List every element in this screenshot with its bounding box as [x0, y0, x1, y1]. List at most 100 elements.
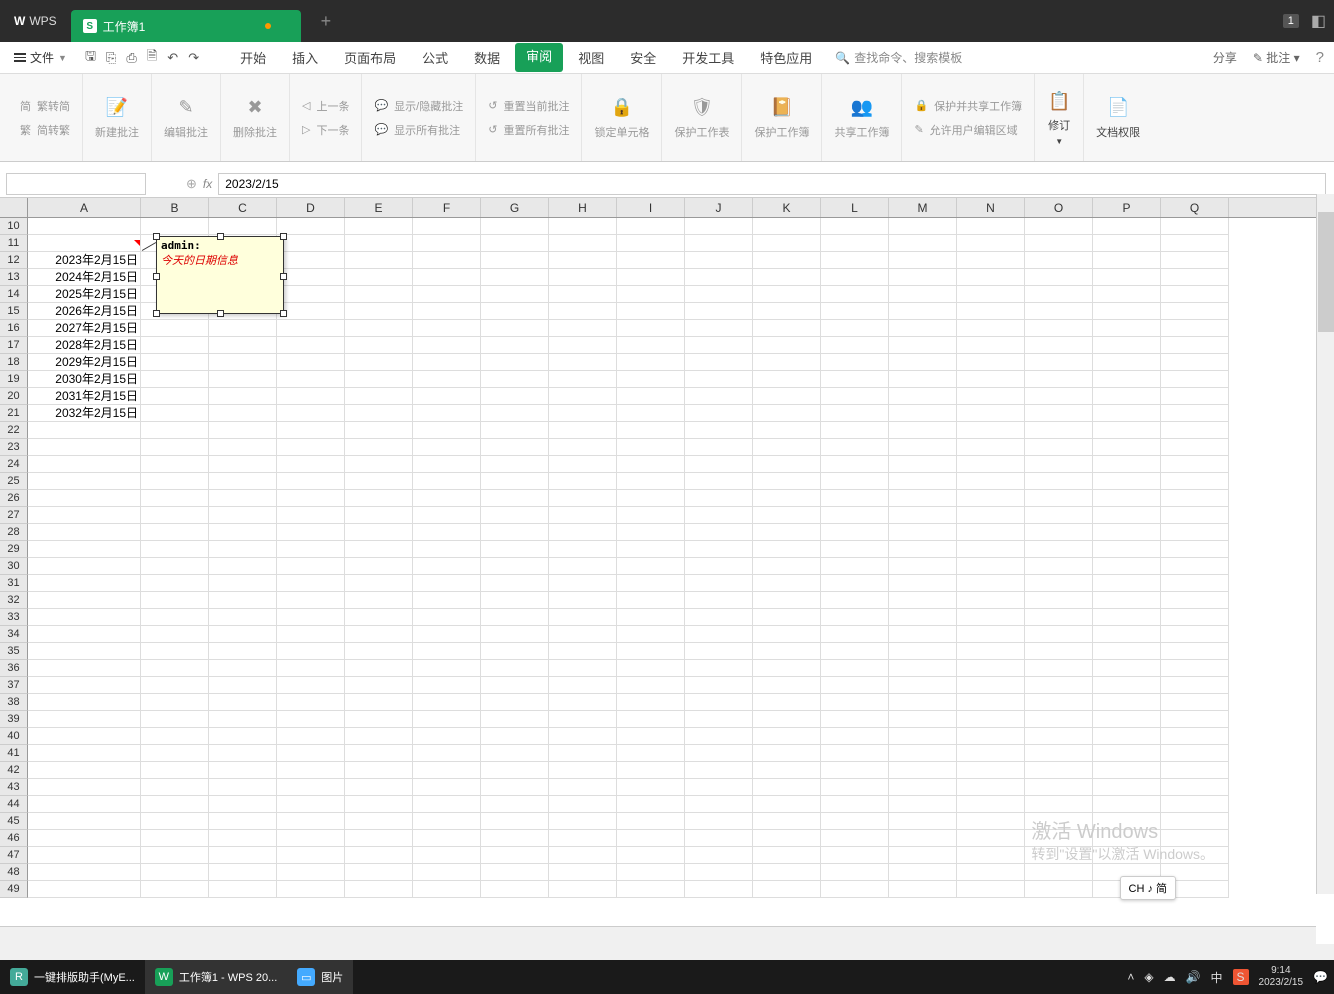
- row-header[interactable]: 35: [0, 643, 28, 660]
- column-header[interactable]: A: [28, 198, 141, 217]
- cell[interactable]: [549, 422, 617, 439]
- cell[interactable]: [345, 677, 413, 694]
- cell[interactable]: [1161, 252, 1229, 269]
- cell[interactable]: [821, 269, 889, 286]
- cell[interactable]: [481, 677, 549, 694]
- cell[interactable]: [1161, 320, 1229, 337]
- cell[interactable]: [821, 371, 889, 388]
- cell[interactable]: [345, 371, 413, 388]
- row-header[interactable]: 30: [0, 558, 28, 575]
- resize-handle[interactable]: [153, 273, 160, 280]
- column-header[interactable]: B: [141, 198, 209, 217]
- cell[interactable]: [209, 405, 277, 422]
- cell[interactable]: [28, 626, 141, 643]
- cell[interactable]: [1093, 643, 1161, 660]
- cell[interactable]: [1161, 626, 1229, 643]
- cell[interactable]: [209, 524, 277, 541]
- cell[interactable]: [957, 881, 1025, 898]
- cell[interactable]: [1093, 354, 1161, 371]
- cell[interactable]: [1093, 218, 1161, 235]
- cell[interactable]: [957, 320, 1025, 337]
- cell[interactable]: [1025, 694, 1093, 711]
- cell[interactable]: [28, 218, 141, 235]
- ribbon-tab[interactable]: 公式: [411, 43, 459, 72]
- cell[interactable]: [413, 422, 481, 439]
- simplified-to-traditional-button[interactable]: 简繁转简: [16, 96, 74, 116]
- cell[interactable]: [753, 796, 821, 813]
- cell[interactable]: [481, 558, 549, 575]
- cell[interactable]: [345, 728, 413, 745]
- cell[interactable]: [549, 643, 617, 660]
- cell[interactable]: [685, 711, 753, 728]
- cell[interactable]: [1161, 643, 1229, 660]
- cell[interactable]: [1093, 745, 1161, 762]
- cell[interactable]: [481, 711, 549, 728]
- cell[interactable]: [617, 456, 685, 473]
- cell[interactable]: [549, 354, 617, 371]
- cell[interactable]: [28, 745, 141, 762]
- cell[interactable]: [345, 558, 413, 575]
- cell[interactable]: [413, 456, 481, 473]
- cell[interactable]: [1025, 286, 1093, 303]
- cell[interactable]: [821, 286, 889, 303]
- select-all-corner[interactable]: [0, 198, 28, 217]
- wps-home-button[interactable]: W WPS: [0, 0, 71, 42]
- skin-icon[interactable]: ◧: [1311, 11, 1326, 31]
- cell[interactable]: [889, 626, 957, 643]
- cell[interactable]: [28, 694, 141, 711]
- row-header[interactable]: 18: [0, 354, 28, 371]
- column-header[interactable]: G: [481, 198, 549, 217]
- cell[interactable]: [28, 813, 141, 830]
- column-header[interactable]: N: [957, 198, 1025, 217]
- cell[interactable]: [1025, 541, 1093, 558]
- cell[interactable]: [753, 371, 821, 388]
- cell[interactable]: [753, 541, 821, 558]
- cell[interactable]: [617, 592, 685, 609]
- cell[interactable]: [1025, 439, 1093, 456]
- cell[interactable]: [141, 320, 209, 337]
- cell[interactable]: [889, 762, 957, 779]
- cell[interactable]: [481, 626, 549, 643]
- cell[interactable]: [1025, 473, 1093, 490]
- cell[interactable]: [413, 847, 481, 864]
- cell[interactable]: [413, 541, 481, 558]
- cell[interactable]: [413, 388, 481, 405]
- row-header[interactable]: 45: [0, 813, 28, 830]
- cell[interactable]: [277, 830, 345, 847]
- cell[interactable]: [481, 660, 549, 677]
- cell[interactable]: [141, 541, 209, 558]
- cell[interactable]: [1093, 524, 1161, 541]
- cell[interactable]: [209, 439, 277, 456]
- cell[interactable]: [277, 405, 345, 422]
- cell[interactable]: [345, 252, 413, 269]
- cell[interactable]: [209, 847, 277, 864]
- cell[interactable]: [889, 473, 957, 490]
- cell[interactable]: [209, 473, 277, 490]
- document-tab[interactable]: S 工作簿1: [71, 10, 301, 42]
- cell[interactable]: [28, 796, 141, 813]
- cell[interactable]: [481, 218, 549, 235]
- cell[interactable]: [209, 609, 277, 626]
- cell[interactable]: [957, 269, 1025, 286]
- cell[interactable]: [617, 643, 685, 660]
- resize-handle[interactable]: [153, 310, 160, 317]
- protect-share-button[interactable]: 🔒保护并共享工作簿: [910, 96, 1026, 116]
- cell[interactable]: [957, 643, 1025, 660]
- cell[interactable]: [957, 830, 1025, 847]
- cell[interactable]: [549, 541, 617, 558]
- cell[interactable]: [481, 354, 549, 371]
- cell[interactable]: [28, 235, 141, 252]
- cell[interactable]: [753, 575, 821, 592]
- cell[interactable]: [277, 592, 345, 609]
- cell[interactable]: [413, 728, 481, 745]
- cell[interactable]: [753, 490, 821, 507]
- cell[interactable]: [141, 575, 209, 592]
- row-header[interactable]: 11: [0, 235, 28, 252]
- cell[interactable]: [141, 711, 209, 728]
- cell[interactable]: [821, 609, 889, 626]
- cell[interactable]: [889, 830, 957, 847]
- row-header[interactable]: 44: [0, 796, 28, 813]
- cell[interactable]: [141, 830, 209, 847]
- cell[interactable]: [1093, 728, 1161, 745]
- cell[interactable]: [345, 320, 413, 337]
